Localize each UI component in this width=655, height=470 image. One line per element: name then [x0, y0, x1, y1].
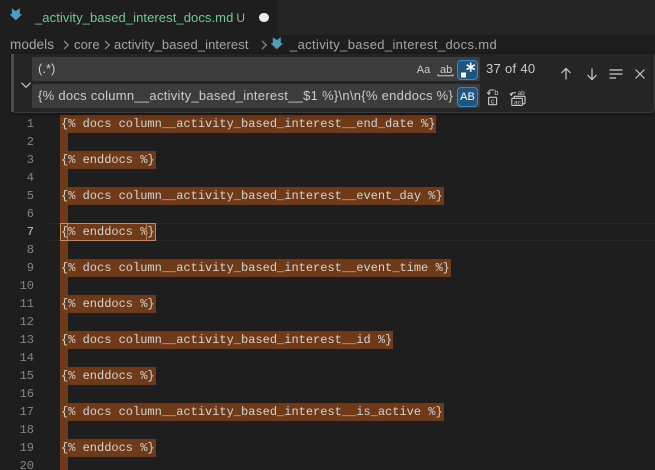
svg-text:ab: ab	[440, 64, 452, 76]
svg-text:c: c	[491, 97, 495, 106]
svg-text:ac: ac	[514, 99, 522, 106]
svg-text:b: b	[494, 88, 498, 97]
